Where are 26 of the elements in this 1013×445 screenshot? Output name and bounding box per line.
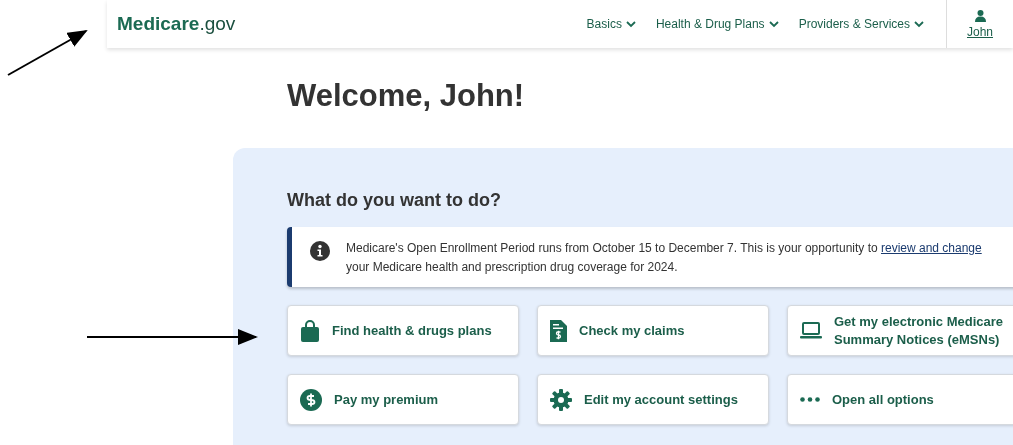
shopping-bag-icon xyxy=(300,319,320,342)
gear-icon xyxy=(550,388,572,411)
welcome-heading: Welcome, John! xyxy=(287,78,526,115)
review-link[interactable]: review and change xyxy=(881,241,982,255)
info-icon xyxy=(310,241,330,261)
logo-link[interactable]: Medicare.gov xyxy=(117,13,236,35)
laptop-icon xyxy=(800,322,822,339)
chevron-down-icon xyxy=(768,20,779,28)
more-dots-icon xyxy=(800,397,820,402)
action-button[interactable]: Open all options xyxy=(787,374,1013,425)
alert-message: Medicare's Open Enrollment Period runs from October 15 to December 7. This is your opportunity to review and change your Medicare health and prescription drug coverage for 2024. xyxy=(346,240,983,276)
nav-menu[interactable]: Providers & Services xyxy=(798,17,924,31)
action-button[interactable]: Edit my account settings xyxy=(537,374,769,425)
action-button[interactable]: Find health & drugs plans xyxy=(287,305,519,356)
nav-menu[interactable]: Health & Drug Plans xyxy=(655,17,779,31)
action-button[interactable]: Check my claims xyxy=(537,305,769,356)
dollar-coin-icon xyxy=(300,388,322,411)
account-link[interactable]: John xyxy=(967,24,993,39)
chevron-down-icon xyxy=(914,20,924,28)
section-heading: What do you want to do? xyxy=(287,190,502,211)
bill-document-icon xyxy=(550,319,567,342)
user-icon xyxy=(974,9,986,22)
action-button[interactable]: Get my electronic Medicare Summary Notices (eMSNs) xyxy=(787,305,1013,356)
nav-menu[interactable]: Basics xyxy=(586,17,636,31)
action-button[interactable]: Pay my premium xyxy=(287,374,519,425)
chevron-down-icon xyxy=(625,20,636,28)
